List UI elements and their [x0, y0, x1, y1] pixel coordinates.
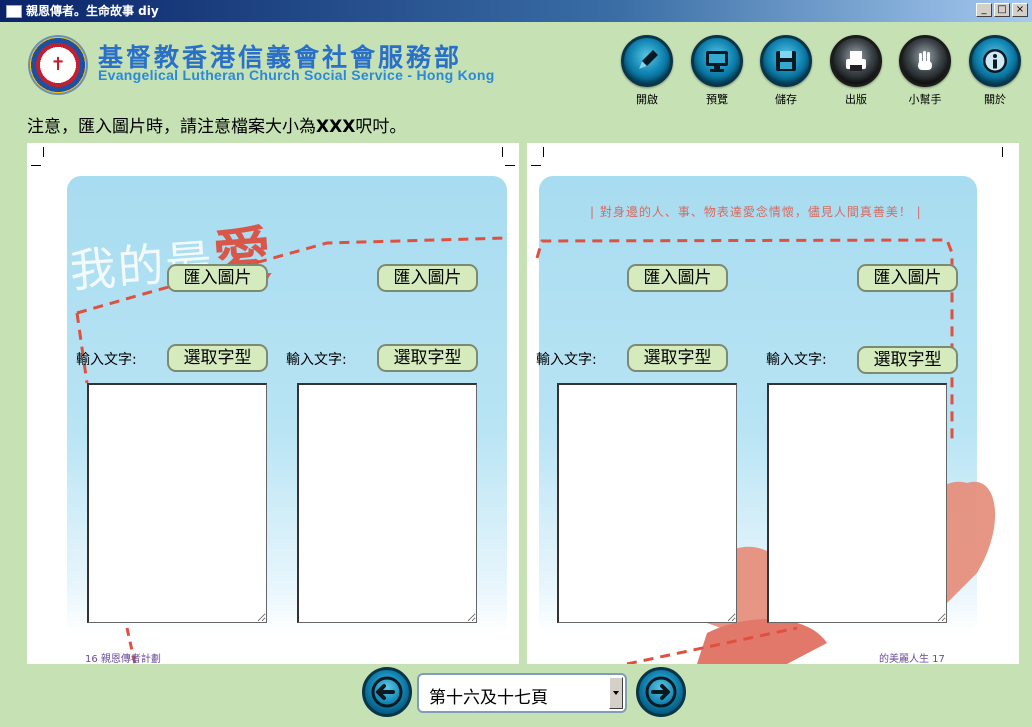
text-input-box-1[interactable] — [87, 383, 267, 623]
import-image-button-3[interactable]: 匯入圖片 — [627, 264, 728, 292]
select-font-button-4[interactable]: 選取字型 — [857, 346, 958, 374]
notice-text: 注意，匯入圖片時，請注意檔案大小為 — [27, 117, 316, 137]
preview-button[interactable]: 預覽 — [689, 35, 745, 107]
input-text-label-1: 輸入文字: — [76, 352, 137, 368]
helper-hand-icon — [918, 51, 932, 70]
floppy-disk-icon — [776, 51, 796, 71]
open-button[interactable]: 開啟 — [619, 35, 675, 107]
right-page-tagline: | 對身邊的人、事、物表達愛念情懷，儘見人間真善美！ | — [590, 205, 922, 219]
open-label: 開啟 — [636, 93, 658, 106]
helper-button[interactable]: 小幫手 — [897, 35, 953, 107]
save-label: 儲存 — [775, 93, 797, 106]
page-selector-dropdown-button[interactable] — [609, 677, 623, 709]
text-input-box-3[interactable] — [557, 383, 737, 623]
window-title: 親恩傳者。生命故事 diy — [26, 4, 159, 18]
window-title-bar[interactable]: 親恩傳者。生命故事 diy _ □ × — [0, 0, 1032, 22]
select-font-button-1[interactable]: 選取字型 — [167, 344, 268, 372]
about-label: 關於 — [984, 93, 1006, 106]
print-icon — [846, 51, 866, 71]
minimize-button[interactable]: _ — [976, 3, 992, 17]
notice-size-placeholder: XXX — [316, 117, 356, 137]
import-image-button-1[interactable]: 匯入圖片 — [167, 264, 268, 292]
helper-label: 小幫手 — [908, 93, 942, 106]
input-text-label-4: 輸入文字: — [766, 352, 827, 368]
left-page: 我的最愛 匯入圖片 匯入圖片 輸入文字: 選取字型 輸入文字: 選取字型 16 … — [27, 143, 519, 664]
input-text-label-2: 輸入文字: — [286, 352, 347, 368]
cross-icon: ✝ — [50, 54, 66, 75]
text-input-box-2[interactable] — [297, 383, 477, 623]
page-selector[interactable]: 第十六及十七頁 — [417, 673, 627, 713]
about-button[interactable]: 關於 — [967, 35, 1023, 107]
arrow-left-icon — [371, 676, 403, 708]
org-name-english: Evangelical Lutheran Church Social Servi… — [98, 67, 495, 83]
church-logo: ✝ — [30, 37, 86, 93]
monitor-icon — [706, 51, 728, 72]
publish-button[interactable]: 出版 — [828, 35, 884, 107]
right-page: | 對身邊的人、事、物表達愛念情懷，儘見人間真善美！ | 匯入圖片 匯入圖片 輸… — [527, 143, 1019, 664]
pencil-icon — [639, 50, 658, 69]
publish-label: 出版 — [845, 93, 867, 106]
app-icon — [6, 5, 22, 18]
close-button[interactable]: × — [1012, 3, 1028, 17]
text-input-box-4[interactable] — [767, 383, 947, 623]
chevron-down-icon — [613, 691, 619, 695]
import-image-button-4[interactable]: 匯入圖片 — [857, 264, 958, 292]
right-page-footer: 的美麗人生 17 — [879, 654, 945, 664]
previous-page-button[interactable] — [362, 667, 412, 717]
select-font-button-2[interactable]: 選取字型 — [377, 344, 478, 372]
left-page-footer: 16 親恩傳者計劃 — [85, 654, 161, 664]
next-page-button[interactable] — [636, 667, 686, 717]
input-text-label-3: 輸入文字: — [536, 352, 597, 368]
save-button[interactable]: 儲存 — [758, 35, 814, 107]
preview-label: 預覽 — [706, 93, 728, 106]
page-selector-value: 第十六及十七頁 — [429, 688, 548, 708]
arrow-right-icon — [645, 676, 677, 708]
file-size-notice: 注意，匯入圖片時，請注意檔案大小為XXX呎吋。 — [27, 112, 406, 137]
notice-unit: 呎吋。 — [355, 117, 407, 137]
select-font-button-3[interactable]: 選取字型 — [627, 344, 728, 372]
maximize-button[interactable]: □ — [994, 3, 1010, 17]
import-image-button-2[interactable]: 匯入圖片 — [377, 264, 478, 292]
window-controls: _ □ × — [976, 3, 1028, 19]
info-icon — [983, 49, 1007, 73]
